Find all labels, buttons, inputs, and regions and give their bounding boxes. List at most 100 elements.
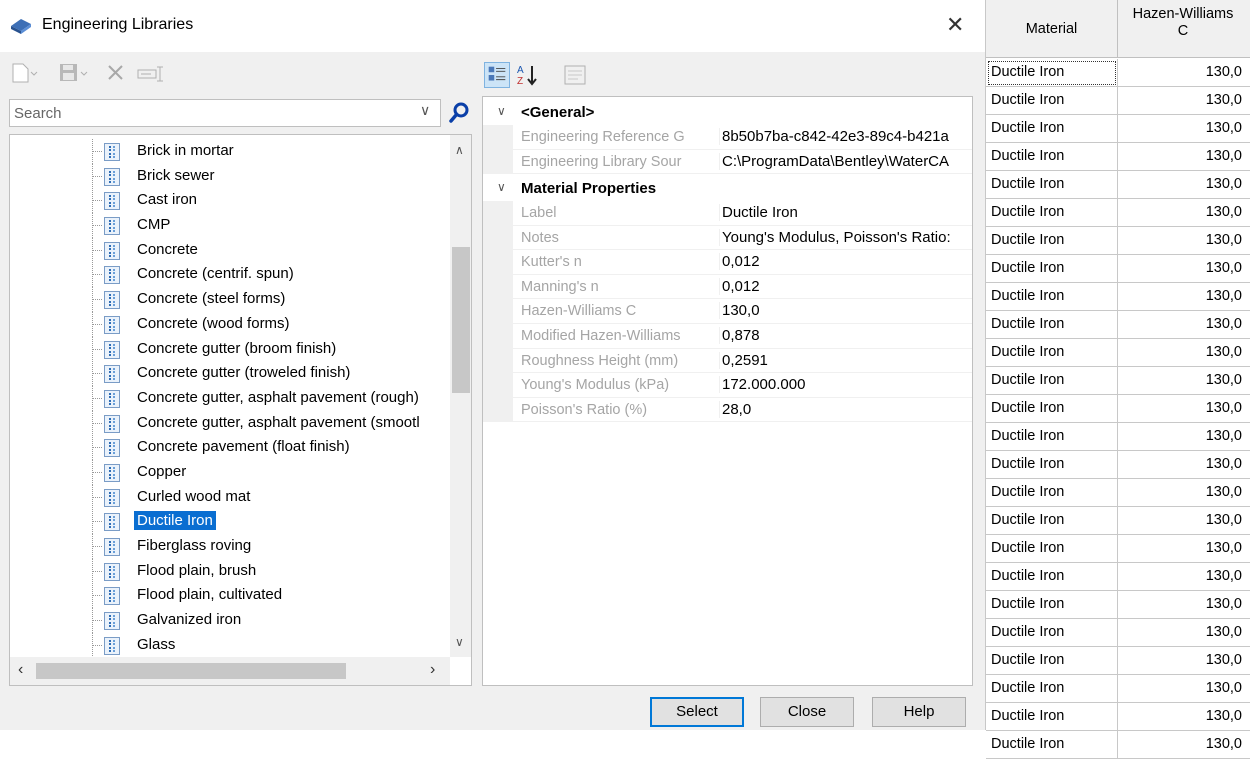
new-document-icon[interactable] xyxy=(10,62,40,84)
tree-item[interactable]: Cast iron xyxy=(10,188,450,214)
scroll-right-icon[interactable]: › xyxy=(430,661,435,679)
close-icon[interactable]: ✕ xyxy=(946,12,964,38)
select-button[interactable]: Select xyxy=(650,697,744,727)
property-value[interactable]: Ductile Iron xyxy=(719,204,972,221)
tree-item[interactable]: Concrete xyxy=(10,237,450,263)
property-value[interactable]: 130,0 xyxy=(719,302,972,320)
cell-material[interactable]: Ductile Iron xyxy=(986,283,1118,311)
cell-material[interactable]: Ductile Iron xyxy=(986,647,1118,675)
property-value[interactable]: 0,012 xyxy=(719,277,972,295)
tree-item[interactable]: Concrete gutter, asphalt pavement (rough… xyxy=(10,385,450,411)
cell-hazen-williams[interactable]: 130,0 xyxy=(1118,507,1242,535)
cell-material[interactable]: Ductile Iron xyxy=(986,115,1118,143)
cell-material[interactable]: Ductile Iron xyxy=(986,479,1118,507)
cell-material[interactable]: Ductile Iron xyxy=(986,171,1118,199)
tree-item[interactable]: Concrete gutter, asphalt pavement (smoot… xyxy=(10,410,450,436)
horizontal-scrollbar[interactable]: ‹ › xyxy=(10,657,450,685)
table-row[interactable]: Ductile Iron 130,0 xyxy=(986,535,1250,563)
cell-hazen-williams[interactable]: 130,0 xyxy=(1118,339,1242,367)
cell-material[interactable]: Ductile Iron xyxy=(986,619,1118,647)
cell-hazen-williams[interactable]: 130,0 xyxy=(1118,675,1242,703)
table-row[interactable]: Ductile Iron 130,0 xyxy=(986,255,1250,283)
property-value[interactable]: 28,0 xyxy=(719,400,972,418)
save-icon[interactable] xyxy=(58,62,90,84)
property-value[interactable]: 172.000.000 xyxy=(719,376,972,394)
cell-hazen-williams[interactable]: 130,0 xyxy=(1118,423,1242,451)
cell-material[interactable]: Ductile Iron xyxy=(986,255,1118,283)
scroll-down-icon[interactable]: ∨ xyxy=(455,635,464,649)
cell-hazen-williams[interactable]: 130,0 xyxy=(1118,255,1242,283)
table-row[interactable]: Ductile Iron 130,0 xyxy=(986,227,1250,255)
tree-item[interactable]: Flood plain, cultivated xyxy=(10,583,450,609)
cell-hazen-williams[interactable]: 130,0 xyxy=(1118,143,1242,171)
cell-material[interactable]: Ductile Iron xyxy=(986,395,1118,423)
tree-item[interactable]: Flood plain, brush xyxy=(10,558,450,584)
horizontal-scroll-thumb[interactable] xyxy=(36,663,346,679)
help-button[interactable]: Help xyxy=(872,697,966,727)
tree-item[interactable]: Brick in mortar xyxy=(10,139,450,164)
cell-material[interactable]: Ductile Iron xyxy=(986,199,1118,227)
cell-hazen-williams[interactable]: 130,0 xyxy=(1118,367,1242,395)
categorized-icon[interactable] xyxy=(484,62,510,88)
table-row[interactable]: Ductile Iron 130,0 xyxy=(986,731,1250,759)
cell-hazen-williams[interactable]: 130,0 xyxy=(1118,647,1242,675)
tree-item[interactable]: Concrete (centrif. spun) xyxy=(10,262,450,288)
table-row[interactable]: Ductile Iron 130,0 xyxy=(986,563,1250,591)
cell-material[interactable]: Ductile Iron xyxy=(986,507,1118,535)
cell-hazen-williams[interactable]: 130,0 xyxy=(1118,311,1242,339)
cell-material[interactable]: Ductile Iron xyxy=(986,591,1118,619)
search-icon[interactable] xyxy=(447,100,471,126)
table-row[interactable]: Ductile Iron 130,0 xyxy=(986,591,1250,619)
table-row[interactable]: Ductile Iron 130,0 xyxy=(986,423,1250,451)
cell-material[interactable]: Ductile Iron xyxy=(986,367,1118,395)
property-row[interactable]: Label Ductile Iron xyxy=(483,201,972,226)
property-row[interactable]: Manning's n 0,012 xyxy=(483,274,972,300)
cell-material[interactable]: Ductile Iron xyxy=(986,563,1118,591)
close-button[interactable]: Close xyxy=(760,697,854,727)
cell-material[interactable]: Ductile Iron xyxy=(986,339,1118,367)
table-row[interactable]: Ductile Iron 130,0 xyxy=(986,283,1250,311)
table-row[interactable]: Ductile Iron 130,0 xyxy=(986,367,1250,395)
table-row[interactable]: Ductile Iron 130,0 xyxy=(986,647,1250,675)
tree-item[interactable]: Galvanized iron xyxy=(10,608,450,634)
property-row[interactable]: Engineering Library Sour C:\ProgramData\B… xyxy=(483,149,972,175)
tree-item[interactable]: Brick sewer xyxy=(10,163,450,189)
property-value[interactable]: C:\ProgramData\Bentley\WaterCA xyxy=(719,152,972,170)
cell-hazen-williams[interactable]: 130,0 xyxy=(1118,563,1242,591)
category-general[interactable]: ∨ <General> xyxy=(483,101,972,125)
cell-material[interactable]: Ductile Iron xyxy=(986,535,1118,563)
table-row[interactable]: Ductile Iron 130,0 xyxy=(986,199,1250,227)
cell-material[interactable]: Ductile Iron xyxy=(986,423,1118,451)
property-row[interactable]: Poisson's Ratio (%) 28,0 xyxy=(483,397,972,423)
cell-hazen-williams[interactable]: 130,0 xyxy=(1118,283,1242,311)
table-row[interactable]: Ductile Iron 130,0 xyxy=(986,479,1250,507)
table-row[interactable]: Ductile Iron 130,0 xyxy=(986,59,1250,87)
cell-material[interactable]: Ductile Iron xyxy=(986,59,1118,87)
vertical-scrollbar[interactable]: ∧ ∨ xyxy=(450,135,471,657)
table-row[interactable]: Ductile Iron 130,0 xyxy=(986,171,1250,199)
cell-hazen-williams[interactable]: 130,0 xyxy=(1118,619,1242,647)
property-row[interactable]: Hazen-Williams C 130,0 xyxy=(483,299,972,324)
tree-item[interactable]: Ductile Iron xyxy=(10,509,450,535)
table-row[interactable]: Ductile Iron 130,0 xyxy=(986,619,1250,647)
cell-hazen-williams[interactable]: 130,0 xyxy=(1118,59,1242,87)
cell-material[interactable]: Ductile Iron xyxy=(986,675,1118,703)
cell-material[interactable]: Ductile Iron xyxy=(986,143,1118,171)
tree-item[interactable]: Concrete gutter (troweled finish) xyxy=(10,361,450,387)
scroll-left-icon[interactable]: ‹ xyxy=(18,661,23,679)
rename-icon[interactable] xyxy=(136,64,170,84)
chevron-down-icon[interactable]: ∨ xyxy=(420,102,430,119)
table-row[interactable]: Ductile Iron 130,0 xyxy=(986,703,1250,731)
table-row[interactable]: Ductile Iron 130,0 xyxy=(986,115,1250,143)
table-row[interactable]: Ductile Iron 130,0 xyxy=(986,451,1250,479)
table-row[interactable]: Ductile Iron 130,0 xyxy=(986,339,1250,367)
cell-hazen-williams[interactable]: 130,0 xyxy=(1118,451,1242,479)
cell-hazen-williams[interactable]: 130,0 xyxy=(1118,199,1242,227)
tree-item[interactable]: Copper xyxy=(10,459,450,485)
chevron-down-icon[interactable]: ∨ xyxy=(497,104,506,118)
cell-hazen-williams[interactable]: 130,0 xyxy=(1118,115,1242,143)
table-row[interactable]: Ductile Iron 130,0 xyxy=(986,311,1250,339)
cell-material[interactable]: Ductile Iron xyxy=(986,87,1118,115)
property-row[interactable]: Engineering Reference G 8b50b7ba-c842-42e… xyxy=(483,125,972,150)
property-row[interactable]: Young's Modulus (kPa) 172.000.000 xyxy=(483,373,972,398)
